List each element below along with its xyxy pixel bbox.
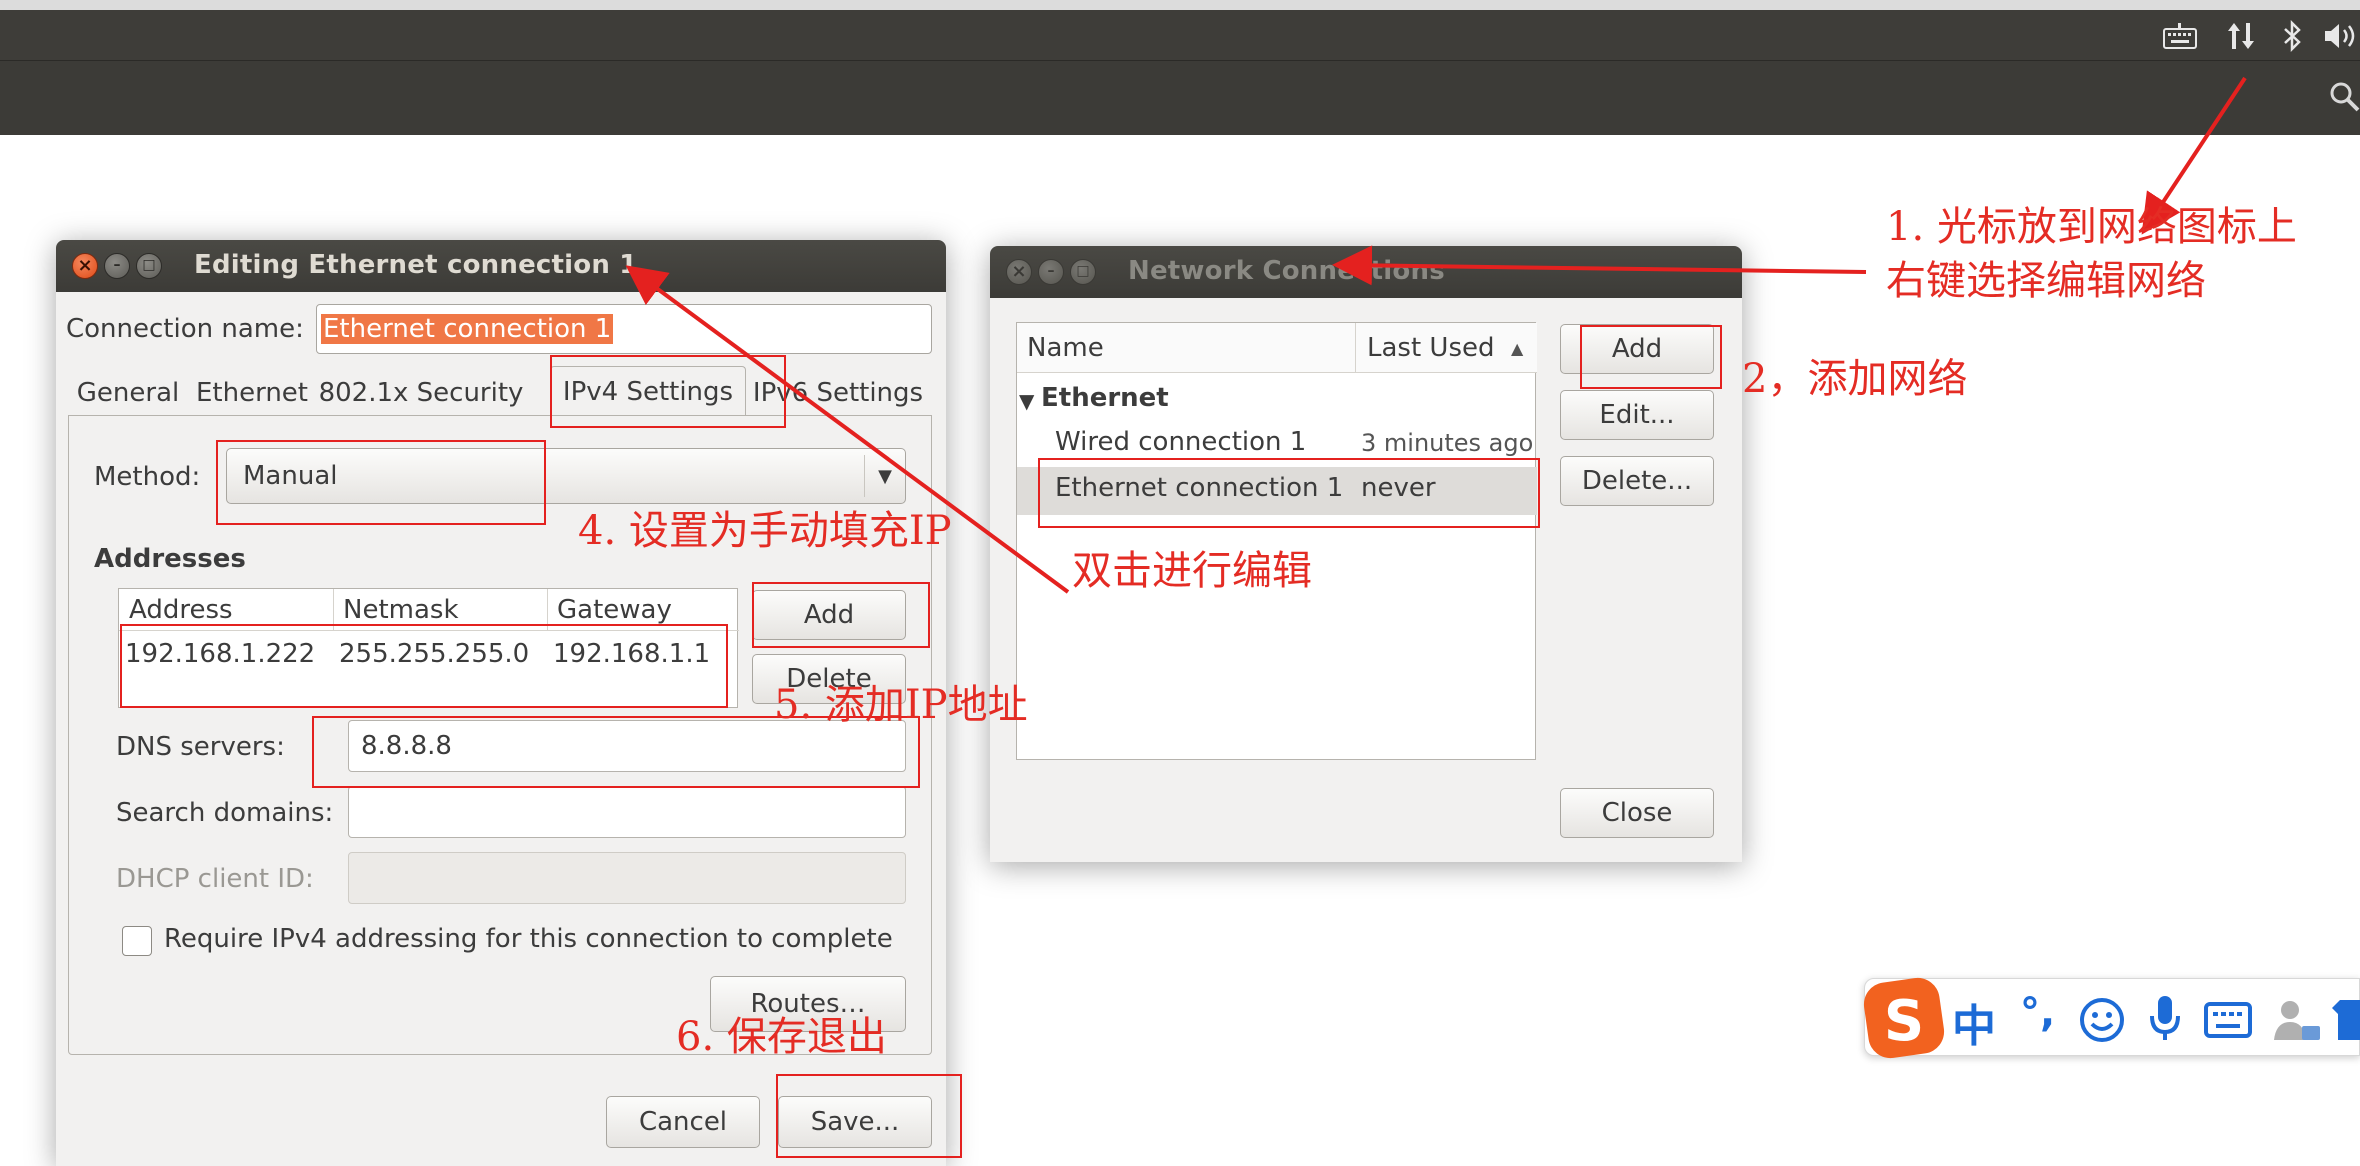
annotation-step6: 6. 保存退出 <box>676 1014 887 1060</box>
annotation-step1-line1: 1. 光标放到网络图标上 <box>1886 204 2297 250</box>
annotation-step2: 2，添加网络 <box>1742 356 1968 402</box>
annotation-double-click: 双击进行编辑 <box>1072 548 1312 594</box>
annotation-step5: 5. 添加IP地址 <box>774 682 1028 728</box>
arrow-to-network-window <box>1332 245 1867 286</box>
annotation-step4: 4. 设置为手动填充IP <box>578 508 952 554</box>
annotation-step1-line2: 右键选择编辑网络 <box>1886 258 2206 304</box>
